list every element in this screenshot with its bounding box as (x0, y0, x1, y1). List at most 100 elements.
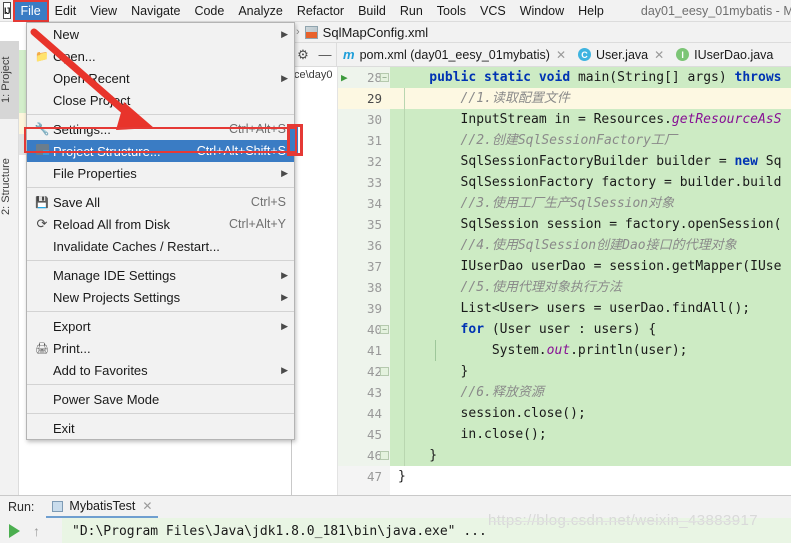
close-icon[interactable]: ✕ (142, 499, 152, 513)
menu-vcs[interactable]: VCS (473, 1, 513, 21)
code-token: } (429, 448, 438, 463)
code-token: List<User> users = userDao.findAll(); (460, 301, 751, 316)
menu-item-label: Manage IDE Settings (53, 267, 176, 283)
code-token: //1.读取配置文件 (460, 91, 570, 106)
menu-item-file-properties[interactable]: File Properties ▶ (27, 162, 294, 184)
menu-file[interactable]: File (12, 0, 49, 22)
run-panel-header: Run: MybatisTest ✕ (0, 496, 791, 518)
submenu-arrow-icon: ▶ (281, 291, 288, 302)
code-token: SqlSessionFactory factory = builder.buil… (460, 175, 782, 190)
code-line-text: session.close(); (461, 403, 586, 424)
line-number: 29 (366, 91, 382, 106)
menu-item-settings[interactable]: 🔧 Settings... Ctrl+Alt+S (27, 118, 294, 140)
code-fold-toggle[interactable] (380, 367, 389, 376)
project-structure-icon (31, 144, 53, 158)
menu-item-label: New Projects Settings (53, 289, 181, 305)
left-tool-window-bar: 1: Project 2: Structure (0, 41, 19, 495)
code-editor[interactable]: ce\day0 28 ▶ − public static void main(Stri… (292, 67, 791, 495)
menu-refactor[interactable]: Refactor (290, 1, 351, 21)
file-menu-dropdown[interactable]: New ▶ 📁 Open... Open Recent ▶ Close Project 🔧 Se… (26, 22, 295, 440)
menu-item-label: Settings... (53, 121, 111, 137)
menu-item-export[interactable]: Export ▶ (27, 315, 294, 337)
menu-item-label: Project Structure... (53, 143, 161, 159)
tab-iuserdao-java[interactable]: I IUserDao.java (670, 43, 779, 67)
run-tab-mybatistest[interactable]: MybatisTest ✕ (46, 496, 159, 518)
menu-separator (27, 187, 294, 188)
run-gutter-icon[interactable]: ▶ (341, 67, 348, 88)
code-fold-toggle[interactable]: − (380, 73, 389, 82)
save-icon: 💾 (35, 196, 49, 209)
gear-icon[interactable]: ⚙ (292, 47, 314, 63)
menu-separator (27, 384, 294, 385)
menu-navigate[interactable]: Navigate (124, 1, 187, 21)
code-fold-toggle[interactable]: − (380, 325, 389, 334)
menu-build[interactable]: Build (351, 1, 393, 21)
menu-item-add-to-favorites[interactable]: Add to Favorites ▶ (27, 359, 294, 381)
menu-window[interactable]: Window (513, 1, 571, 21)
menu-tools[interactable]: Tools (430, 1, 473, 21)
menu-item-power-save-mode[interactable]: Power Save Mode (27, 388, 294, 410)
watermark-underline (490, 521, 740, 522)
menu-item-save-all[interactable]: 💾 Save All Ctrl+S (27, 191, 294, 213)
menu-edit[interactable]: Edit (48, 1, 84, 21)
menu-help[interactable]: Help (571, 1, 611, 21)
submenu-arrow-icon: ▶ (281, 320, 288, 331)
sidebar-item-structure[interactable]: 2: Structure (0, 141, 19, 233)
menu-item-label: Invalidate Caches / Restart... (53, 238, 220, 254)
sidebar-item-project[interactable]: 1: Project (0, 41, 19, 119)
close-icon[interactable]: ✕ (556, 48, 566, 62)
menu-item-open-recent[interactable]: Open Recent ▶ (27, 67, 294, 89)
code-line-text: public static void main(String[] args) t… (429, 67, 781, 88)
menu-item-close-project[interactable]: Close Project (27, 89, 294, 111)
line-number: 43 (366, 385, 382, 400)
run-tool-window: Run: MybatisTest ✕ ↑ "D:\Program Files\J… (0, 495, 791, 543)
menu-item-project-structure[interactable]: Project Structure... Ctrl+Alt+Shift+S (27, 140, 294, 162)
menu-item-exit[interactable]: Exit (27, 417, 294, 439)
line-number: 44 (366, 406, 382, 421)
menu-item-shortcut: Ctrl+Alt+S (229, 122, 286, 136)
menu-run[interactable]: Run (393, 1, 430, 21)
rerun-icon[interactable] (9, 524, 20, 538)
code-token: //5.使用代理对象执行方法 (460, 280, 622, 295)
code-line-background (338, 424, 791, 445)
line-number: 37 (366, 259, 382, 274)
code-line-text: for (User user : users) { (461, 319, 657, 340)
annotation-highlight-fill (290, 127, 298, 153)
close-icon[interactable]: ✕ (654, 48, 664, 62)
code-line-text: List<User> users = userDao.findAll(); (461, 298, 751, 319)
menu-item-manage-ide-settings[interactable]: Manage IDE Settings ▶ (27, 264, 294, 286)
minimize-icon[interactable]: — (314, 47, 336, 62)
java-class-icon: C (578, 48, 591, 61)
line-number: 33 (366, 175, 382, 190)
menu-item-label: File Properties (53, 165, 137, 181)
menu-item-new-projects-settings[interactable]: New Projects Settings ▶ (27, 286, 294, 308)
menu-item-print[interactable]: 🖨 Print... (27, 337, 294, 359)
menu-item-open[interactable]: 📁 Open... (27, 45, 294, 67)
menu-item-shortcut: Ctrl+Alt+Shift+S (196, 144, 286, 158)
code-fold-toggle[interactable] (380, 451, 389, 460)
menu-item-invalidate-caches-restart[interactable]: Invalidate Caches / Restart... (27, 235, 294, 257)
line-number: 41 (366, 343, 382, 358)
code-line-text: //4.使用SqlSession创建Dao接口的代理对象 (461, 235, 737, 256)
menu-item-label: Add to Favorites (53, 362, 148, 378)
code-token: //2.创建SqlSessionFactory工厂 (460, 133, 677, 148)
code-line-text: //3.使用工厂生产SqlSession对象 (461, 193, 675, 214)
tab-pom-xml[interactable]: m pom.xml (day01_eesy_01mybatis) ✕ (336, 42, 572, 67)
line-number: 39 (366, 301, 382, 316)
line-number: 32 (366, 154, 382, 169)
menu-view[interactable]: View (83, 1, 124, 21)
menu-code[interactable]: Code (187, 1, 231, 21)
menu-separator (27, 413, 294, 414)
menu-item-reload-all-from-disk[interactable]: ⟳ Reload All from Disk Ctrl+Alt+Y (27, 213, 294, 235)
menu-separator (27, 260, 294, 261)
menu-item-new[interactable]: New ▶ (27, 23, 294, 45)
tab-user-java[interactable]: C User.java ✕ (572, 43, 670, 67)
menu-analyze[interactable]: Analyze (231, 1, 289, 21)
code-token: public static void (429, 70, 578, 85)
menu-item-label: Close Project (53, 92, 131, 108)
breadcrumb-file-label[interactable]: SqlMapConfig.xml (323, 25, 429, 40)
submenu-arrow-icon: ▶ (281, 167, 288, 178)
menu-item-shortcut: Ctrl+Alt+Y (229, 217, 286, 231)
up-arrow-icon[interactable]: ↑ (33, 523, 40, 539)
code-token: (User user : users) { (484, 322, 657, 337)
